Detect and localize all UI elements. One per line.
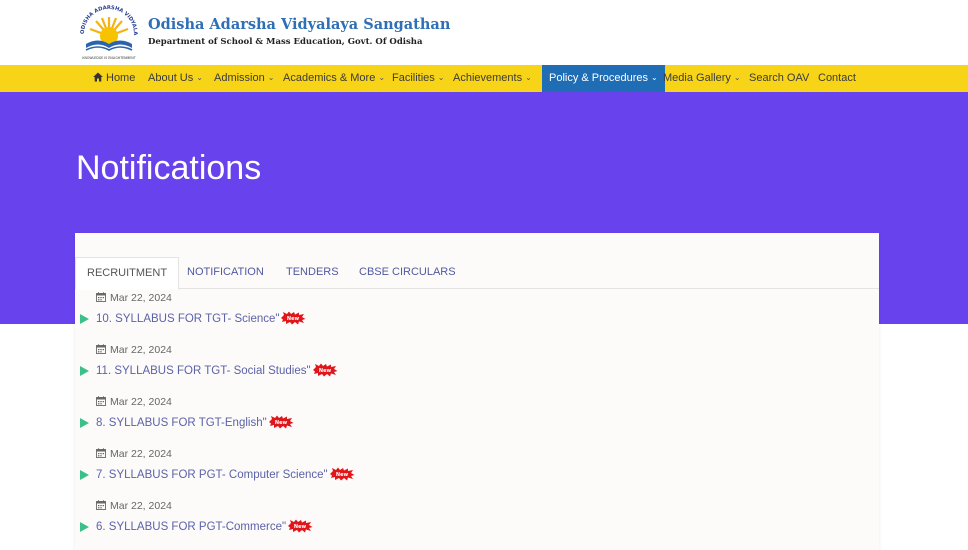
item-date-row: Mar 22, 2024 — [96, 500, 172, 514]
chevron-down-icon: ⌄ — [378, 73, 386, 82]
tab-tenders[interactable]: TENDERS — [286, 257, 339, 289]
nav-academics[interactable]: Academics & More ⌄ — [283, 65, 385, 92]
nav-about[interactable]: About Us ⌄ — [148, 65, 203, 92]
new-badge-icon: New — [268, 415, 294, 429]
calendar-icon — [96, 292, 106, 302]
svg-text:New: New — [275, 420, 288, 426]
nav-academics-label: Academics & More — [283, 72, 376, 84]
play-bullet-icon — [80, 522, 89, 532]
nav-policy-label: Policy & Procedures — [549, 72, 649, 84]
nav-facilities-label: Facilities — [392, 72, 435, 84]
nav-achievements-label: Achievements — [453, 72, 523, 84]
new-badge-icon: New — [281, 311, 306, 325]
item-date: Mar 22, 2024 — [110, 292, 172, 304]
nav-search[interactable]: Search OAV — [749, 65, 809, 92]
main-nav: Home About Us ⌄ Admission ⌄ Academics & Mo… — [0, 65, 968, 92]
svg-text:New: New — [318, 368, 331, 374]
play-bullet-icon — [80, 314, 89, 324]
play-bullet-icon — [80, 470, 89, 480]
nav-about-label: About Us — [148, 72, 194, 84]
item-link[interactable]: 8. SYLLABUS FOR TGT-English" New — [96, 415, 294, 429]
chevron-down-icon: ⌄ — [651, 73, 658, 82]
item-date-row: Mar 22, 2024 — [96, 448, 172, 462]
item-title: 10. SYLLABUS FOR TGT- Science" — [96, 313, 280, 325]
item-title: 11. SYLLABUS FOR TGT- Social Studies" — [96, 365, 311, 377]
nav-admission[interactable]: Admission ⌄ — [214, 65, 274, 92]
nav-contact[interactable]: Contact — [818, 65, 856, 92]
list-item: Mar 22, 2024 10. SYLLABUS FOR TGT- Scien… — [75, 292, 879, 342]
calendar-icon — [96, 344, 106, 354]
oav-logo[interactable]: ODISHA ADARSHA VIDYALAYA KNOWLEDGE IS EN… — [76, 4, 142, 62]
notifications-card: RECRUITMENT NOTIFICATION TENDERS CBSE CI… — [75, 233, 879, 550]
tab-recruitment[interactable]: RECRUITMENT — [75, 257, 180, 290]
tab-bar: RECRUITMENT NOTIFICATION TENDERS CBSE CI… — [75, 257, 879, 290]
tab-cbse-circulars[interactable]: CBSE CIRCULARS — [359, 257, 456, 289]
nav-admission-label: Admission — [214, 72, 265, 84]
item-date-row: Mar 22, 2024 — [96, 344, 172, 358]
nav-home-label: Home — [106, 72, 136, 84]
new-badge-icon: New — [312, 363, 338, 377]
item-date: Mar 22, 2024 — [110, 448, 172, 460]
nav-policy[interactable]: Policy & Procedures ⌄ — [542, 65, 665, 92]
chevron-down-icon: ⌄ — [525, 73, 532, 82]
play-bullet-icon — [80, 366, 89, 376]
calendar-icon — [96, 396, 106, 406]
nav-contact-label: Contact — [818, 72, 856, 84]
item-date: Mar 22, 2024 — [110, 500, 172, 512]
tab-notification[interactable]: NOTIFICATION — [187, 257, 264, 289]
site-title[interactable]: Odisha Adarsha Vidyalaya Sangathan — [148, 16, 450, 33]
item-link[interactable]: 7. SYLLABUS FOR PGT- Computer Science" N… — [96, 467, 355, 481]
list-item: Mar 22, 2024 8. SYLLABUS FOR TGT-English… — [75, 396, 879, 446]
item-link[interactable]: 11. SYLLABUS FOR TGT- Social Studies" Ne… — [96, 363, 338, 377]
site-header: ODISHA ADARSHA VIDYALAYA KNOWLEDGE IS EN… — [0, 0, 968, 65]
nav-facilities[interactable]: Facilities ⌄ — [392, 65, 445, 92]
calendar-icon — [96, 500, 106, 510]
item-title: 8. SYLLABUS FOR TGT-English" — [96, 417, 267, 429]
chevron-down-icon: ⌄ — [733, 73, 741, 82]
item-date: Mar 22, 2024 — [110, 396, 172, 408]
svg-text:New: New — [287, 316, 300, 322]
nav-media[interactable]: Media Gallery ⌄ — [663, 65, 741, 92]
list-item: Mar 22, 2024 6. SYLLABUS FOR PGT-Commerc… — [75, 500, 879, 550]
nav-achievements[interactable]: Achievements ⌄ — [453, 65, 532, 92]
item-title: 6. SYLLABUS FOR PGT-Commerce" — [96, 521, 287, 533]
item-title: 7. SYLLABUS FOR PGT- Computer Science" — [96, 469, 328, 481]
list-item: Mar 22, 2024 11. SYLLABUS FOR TGT- Socia… — [75, 344, 879, 394]
play-bullet-icon — [80, 418, 89, 428]
chevron-down-icon: ⌄ — [267, 73, 275, 82]
home-icon — [93, 72, 103, 82]
list-item: Mar 22, 2024 7. SYLLABUS FOR PGT- Comput… — [75, 448, 879, 498]
page-title: Notifications — [76, 149, 262, 187]
nav-search-label: Search OAV — [749, 72, 810, 84]
site-subtitle: Department of School & Mass Education, G… — [148, 37, 423, 47]
nav-media-label: Media Gallery — [663, 72, 731, 84]
calendar-icon — [96, 448, 106, 458]
new-badge-icon: New — [329, 467, 355, 481]
item-date-row: Mar 22, 2024 — [96, 396, 172, 410]
chevron-down-icon: ⌄ — [437, 73, 445, 82]
svg-text:New: New — [294, 524, 307, 530]
nav-home[interactable]: Home — [93, 65, 135, 92]
item-date-row: Mar 22, 2024 — [96, 292, 172, 306]
item-link[interactable]: 6. SYLLABUS FOR PGT-Commerce" New — [96, 519, 313, 533]
new-badge-icon: New — [288, 519, 313, 533]
svg-text:New: New — [336, 472, 349, 478]
item-date: Mar 22, 2024 — [110, 344, 172, 356]
svg-text:KNOWLEDGE IS ENLIGHTENMENT: KNOWLEDGE IS ENLIGHTENMENT — [82, 56, 135, 60]
item-link[interactable]: 10. SYLLABUS FOR TGT- Science" New — [96, 311, 306, 325]
chevron-down-icon: ⌄ — [196, 73, 203, 82]
